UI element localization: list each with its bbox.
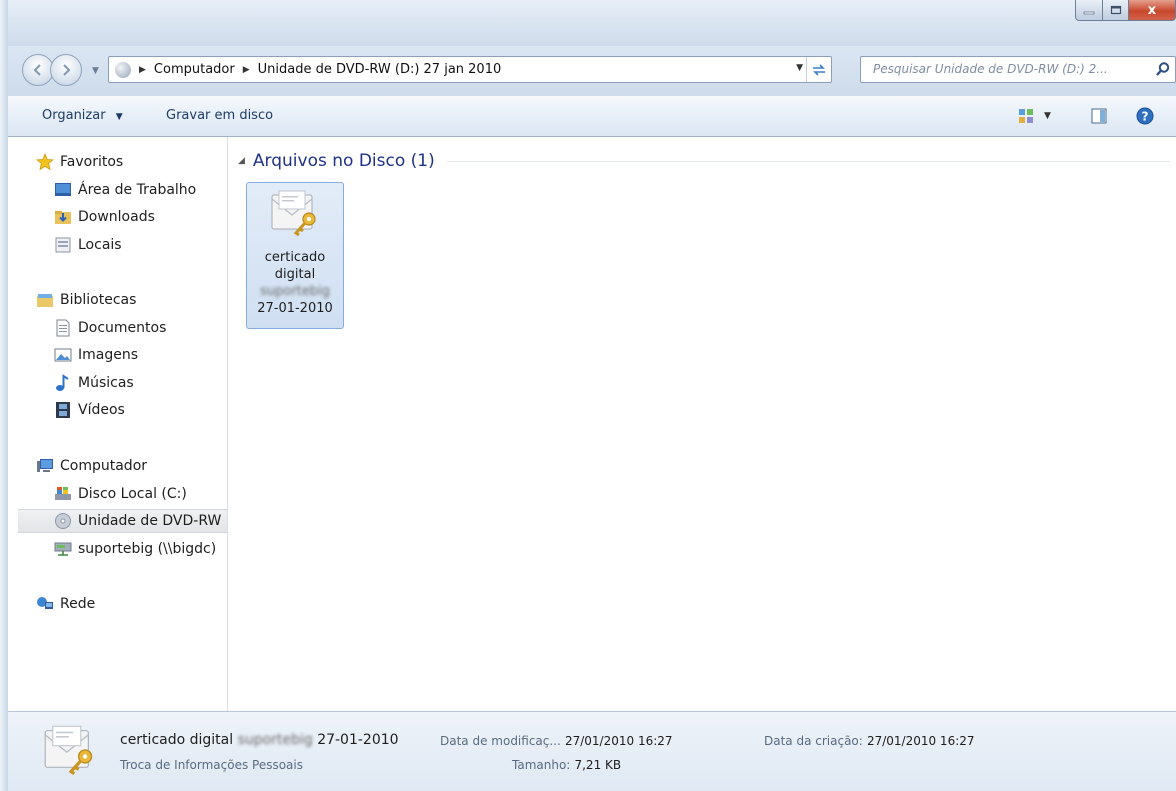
chevron-down-icon: ▼: [115, 112, 123, 122]
organize-button[interactable]: Organizar ▼: [42, 108, 123, 123]
window-frame-left: [0, 0, 8, 791]
file-list-pane[interactable]: ◢ Arquivos no Disco (1) certicado digita…: [228, 137, 1176, 711]
desktop-icon: [55, 183, 71, 196]
details-size: Tamanho: 7,21 KB: [512, 758, 622, 772]
local-disk-icon: [55, 487, 71, 500]
video-icon: [56, 402, 70, 418]
recent-pages-dropdown[interactable]: ▼: [92, 66, 99, 76]
preview-pane-button[interactable]: [1091, 106, 1107, 126]
refresh-button[interactable]: [806, 57, 831, 82]
address-history-dropdown[interactable]: ▼: [796, 63, 803, 73]
file-name: certicado digital suportebig 27-01-2010: [257, 250, 333, 316]
sidebar-item-music[interactable]: Músicas: [54, 371, 134, 395]
computer-icon: [37, 459, 53, 472]
title-bar[interactable]: x: [8, 0, 1176, 46]
dvd-drive-icon: [115, 61, 131, 78]
sidebar-item-downloads[interactable]: Downloads: [54, 205, 155, 229]
chevron-right-icon[interactable]: ▶: [243, 65, 250, 75]
sidebar-item-recent-places[interactable]: Locais: [54, 233, 122, 257]
organize-label: Organizar: [42, 108, 106, 123]
preview-pane-icon: [1091, 108, 1107, 124]
obscured-text: suportebig: [237, 732, 313, 748]
sidebar-item-videos[interactable]: Vídeos: [54, 398, 125, 422]
sidebar-item-favorites[interactable]: Favoritos: [36, 150, 123, 174]
breadcrumb-computer[interactable]: Computador: [154, 62, 235, 77]
navigation-pane: Favoritos Área de Trabalho Downloads Loc…: [8, 137, 228, 711]
obscured-text: suportebig: [260, 284, 330, 299]
details-file-name: certicado digital suportebig 27-01-2010: [120, 732, 399, 748]
maximize-button[interactable]: [1103, 0, 1129, 21]
dvd-drive-icon: [55, 513, 71, 529]
sidebar-item-desktop[interactable]: Área de Trabalho: [54, 178, 196, 202]
svg-text:?: ?: [1142, 110, 1149, 124]
sidebar-item-network-drive[interactable]: suportebig (\\bigdc): [54, 537, 216, 561]
maximize-icon: [1110, 5, 1121, 15]
forward-arrow-icon: [63, 64, 71, 76]
close-button[interactable]: x: [1129, 0, 1176, 21]
group-divider: [446, 160, 1170, 162]
chevron-down-icon: ▼: [1044, 111, 1051, 121]
sidebar-item-documents[interactable]: Documentos: [54, 316, 166, 340]
help-icon: ?: [1136, 107, 1154, 125]
file-item[interactable]: certicado digital suportebig 27-01-2010: [246, 182, 344, 329]
change-view-button[interactable]: ▼: [1018, 106, 1051, 126]
minimize-icon: [1083, 11, 1095, 15]
collapse-arrow-icon[interactable]: ◢: [238, 156, 245, 166]
sidebar-item-local-disk[interactable]: Disco Local (C:): [54, 482, 187, 506]
window-controls: x: [1075, 0, 1176, 22]
details-pane: certicado digital suportebig 27-01-2010 …: [8, 711, 1176, 791]
sidebar-item-network[interactable]: Rede: [36, 592, 95, 616]
sidebar-item-dvd-drive[interactable]: Unidade de DVD-RW: [18, 509, 227, 533]
group-title: Arquivos no Disco (1): [252, 151, 435, 171]
sidebar-item-libraries[interactable]: Bibliotecas: [36, 288, 136, 312]
search-icon[interactable]: [1155, 61, 1171, 77]
details-modified: Data de modificaç... 27/01/2010 16:27: [440, 734, 673, 748]
view-tiles-icon: [1019, 109, 1033, 123]
close-icon: x: [1147, 2, 1157, 18]
star-icon: [36, 153, 54, 171]
recent-places-icon: [55, 237, 71, 253]
sidebar-item-computer[interactable]: Computador: [36, 454, 147, 478]
minimize-button[interactable]: [1075, 0, 1103, 21]
refresh-icon: [813, 63, 825, 76]
details-file-type: Troca de Informações Pessoais: [120, 758, 303, 772]
details-created: Data da criação: 27/01/2010 16:27: [764, 734, 975, 748]
back-arrow-icon: [33, 64, 41, 76]
network-icon: [37, 597, 53, 609]
downloads-folder-icon: [55, 211, 71, 224]
certificate-key-icon: [271, 190, 316, 237]
certificate-key-icon: [44, 725, 93, 776]
forward-button[interactable]: [50, 54, 82, 86]
libraries-icon: [37, 294, 53, 307]
document-icon: [56, 319, 70, 337]
search-input[interactable]: Pesquisar Unidade de DVD-RW (D:) 2...: [860, 56, 1176, 83]
help-button[interactable]: ?: [1136, 106, 1154, 126]
explorer-window: x ▼ ▶ Computador ▶ Unidade de DVD-RW (D:…: [0, 0, 1176, 791]
breadcrumb-dvd-drive[interactable]: Unidade de DVD-RW (D:) 27 jan 2010: [258, 62, 502, 77]
search-placeholder: Pesquisar Unidade de DVD-RW (D:) 2...: [873, 62, 1108, 76]
burn-to-disc-button[interactable]: Gravar em disco: [166, 108, 273, 123]
navigation-bar: ▼ ▶ Computador ▶ Unidade de DVD-RW (D:) …: [8, 46, 1176, 96]
burn-to-disc-label: Gravar em disco: [166, 108, 274, 123]
chevron-right-icon[interactable]: ▶: [139, 65, 146, 75]
sidebar-item-images[interactable]: Imagens: [54, 343, 138, 367]
image-icon: [54, 348, 72, 362]
address-bar[interactable]: ▶ Computador ▶ Unidade de DVD-RW (D:) 27…: [108, 56, 832, 83]
group-header[interactable]: ◢ Arquivos no Disco (1): [238, 149, 1170, 173]
command-bar: Organizar ▼ Gravar em disco ▼ ?: [8, 96, 1176, 137]
music-icon: [56, 374, 69, 391]
network-drive-icon: [54, 542, 72, 556]
